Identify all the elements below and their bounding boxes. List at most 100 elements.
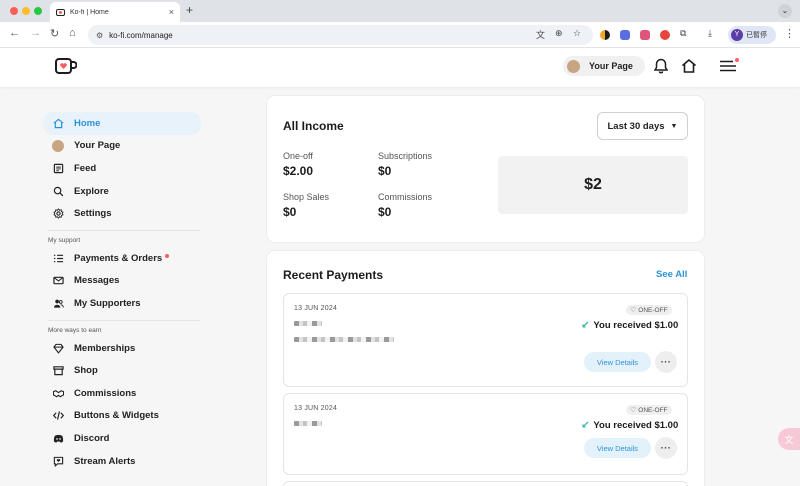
translate-float-icon[interactable]: 文	[778, 428, 800, 450]
address-bar[interactable]: ⚙ ko-fi.com/manage	[88, 25, 593, 45]
home-icon[interactable]	[681, 58, 697, 74]
bookmark-star-icon[interactable]: ☆	[573, 28, 581, 39]
list-icon	[51, 253, 65, 264]
kofi-favicon-icon	[56, 8, 65, 16]
sidebar-item-discord[interactable]: Discord	[43, 427, 203, 450]
view-details-button[interactable]: View Details	[584, 438, 651, 458]
zoom-icon[interactable]: ⊕	[555, 28, 563, 39]
maximize-window-button[interactable]	[34, 7, 42, 15]
profile-status: 已暫停	[746, 32, 767, 39]
kofi-logo-icon[interactable]	[55, 58, 77, 75]
home-icon	[51, 118, 65, 129]
tab-search-chevron-icon[interactable]: ⌄	[778, 4, 792, 18]
sidebar-item-home[interactable]: Home	[43, 112, 201, 135]
sidebar-item-memberships[interactable]: Memberships	[43, 337, 203, 360]
home-browser-icon[interactable]: ⌂	[69, 27, 76, 39]
view-details-button[interactable]: View Details	[584, 352, 651, 372]
sidebar-item-label: My Supporters	[74, 297, 141, 309]
avatar	[567, 59, 580, 73]
total-income-box: $2	[498, 156, 688, 214]
shop-sales-value: $0	[283, 205, 297, 219]
browser-profile-button[interactable]: Y 已暫停	[728, 26, 776, 44]
section-label-more-ways: More ways to earn	[48, 326, 102, 334]
browser-tab-kofi[interactable]: Ko-fi | Home ×	[50, 2, 180, 22]
one-off-value: $2.00	[283, 164, 314, 178]
sidebar-item-label: Feed	[74, 162, 97, 174]
sidebar-item-your-page[interactable]: Your Page	[43, 135, 203, 158]
redacted-message	[294, 337, 394, 342]
date-range-dropdown[interactable]: Last 30 days ▼	[597, 112, 688, 140]
users-icon	[51, 298, 65, 309]
new-tab-button[interactable]: +	[186, 3, 193, 17]
back-arrow-icon[interactable]: ←	[9, 27, 20, 39]
payment-type-badge: ♡ ONE-OFF	[626, 405, 672, 415]
sidebar-item-label: Commissions	[74, 387, 137, 399]
payment-item: 13 JUN 2024 ♡ ONE-OFF ↙ You received $1.00…	[283, 393, 688, 475]
see-all-link[interactable]: See All	[656, 269, 687, 280]
handshake-icon	[51, 388, 65, 399]
sidebar-item-stream-alerts[interactable]: Stream Alerts	[43, 450, 203, 473]
extension-icon[interactable]	[640, 30, 650, 40]
alert-icon	[51, 456, 65, 467]
translate-icon[interactable]: 文	[536, 28, 545, 41]
recent-payments-card: Recent Payments See All 13 JUN 2024 ♡ ONE…	[267, 251, 704, 486]
your-page-button[interactable]: Your Page	[563, 56, 645, 76]
code-icon	[51, 410, 65, 421]
bell-icon[interactable]	[654, 58, 668, 74]
all-income-card: All Income Last 30 days ▼ One-off $2.00 …	[267, 96, 704, 242]
discord-icon	[51, 433, 65, 444]
sidebar-item-messages[interactable]: Messages	[43, 270, 203, 293]
sidebar-item-buttons-widgets[interactable]: Buttons & Widgets	[43, 405, 203, 428]
sidebar-item-label: Memberships	[74, 342, 136, 354]
reload-icon[interactable]: ↻	[50, 27, 59, 40]
tab-title: Ko-fi | Home	[70, 8, 109, 16]
your-page-label: Your Page	[589, 61, 633, 71]
commissions-value: $0	[378, 205, 392, 219]
extension-icon[interactable]	[620, 30, 630, 40]
browser-menu-icon[interactable]: ⋮	[784, 27, 795, 40]
sidebar-item-label: Discord	[74, 432, 110, 444]
sidebar-item-label: Your Page	[74, 140, 121, 152]
shop-sales-label: Shop Sales	[283, 192, 330, 202]
payment-received-text: You received $1.00	[593, 420, 679, 431]
payment-received-text: You received $1.00	[593, 320, 679, 331]
extensions-puzzle-icon[interactable]: ⧉	[680, 28, 686, 39]
sidebar-item-label: Home	[74, 117, 101, 129]
close-window-button[interactable]	[10, 7, 18, 15]
extension-icon[interactable]	[660, 30, 670, 40]
hamburger-menu-icon[interactable]	[719, 60, 737, 72]
redacted-supporter-name	[294, 421, 322, 426]
browser-toolbar: ← → ↻ ⌂ ⚙ ko-fi.com/manage 文 ⊕ ☆ ⧉ ⤓ Y 已…	[0, 22, 800, 48]
minimize-window-button[interactable]	[22, 7, 30, 15]
sidebar-item-feed[interactable]: Feed	[43, 157, 203, 180]
site-settings-icon[interactable]: ⚙	[96, 31, 103, 40]
sidebar-item-my-supporters[interactable]: My Supporters	[43, 292, 203, 315]
url-text: ko-fi.com/manage	[109, 30, 173, 40]
more-options-button[interactable]: ···	[655, 437, 677, 459]
tab-close-icon[interactable]: ×	[169, 7, 174, 17]
download-icon[interactable]: ⤓	[708, 28, 712, 39]
payment-type-label: ONE-OFF	[638, 406, 668, 414]
sidebar-item-settings[interactable]: Settings	[43, 202, 203, 225]
sidebar-item-label: Buttons & Widgets	[74, 410, 159, 422]
sidebar-item-label: Stream Alerts	[74, 455, 136, 467]
sidebar-item-explore[interactable]: Explore	[43, 180, 203, 203]
one-off-label: One-off	[283, 151, 313, 161]
forward-arrow-icon[interactable]: →	[30, 27, 41, 39]
payment-item: 13 JUN 2024 ♡ ONE-OFF ↙ You received $1.00…	[283, 293, 688, 387]
payment-received: ↙ You received $1.00	[581, 420, 678, 431]
sidebar-item-commissions[interactable]: Commissions	[43, 382, 203, 405]
sidebar-item-payments-orders[interactable]: Payments & Orders	[43, 247, 203, 270]
redacted-supporter-name	[294, 321, 322, 326]
sidebar-item-shop[interactable]: Shop	[43, 359, 203, 382]
subscriptions-value: $0	[378, 164, 392, 178]
more-options-button[interactable]: ···	[655, 351, 677, 373]
payment-item	[283, 481, 688, 486]
heart-icon: ♡	[630, 407, 637, 414]
subscriptions-label: Subscriptions	[378, 151, 433, 161]
browser-tab-bar: Ko-fi | Home × + ⌄	[0, 0, 800, 22]
extension-icon[interactable]	[600, 30, 610, 40]
payment-date: 13 JUN 2024	[294, 405, 338, 412]
gear-icon	[51, 208, 65, 219]
sidebar: Home Your Page Feed Explore Settings My …	[43, 112, 203, 472]
